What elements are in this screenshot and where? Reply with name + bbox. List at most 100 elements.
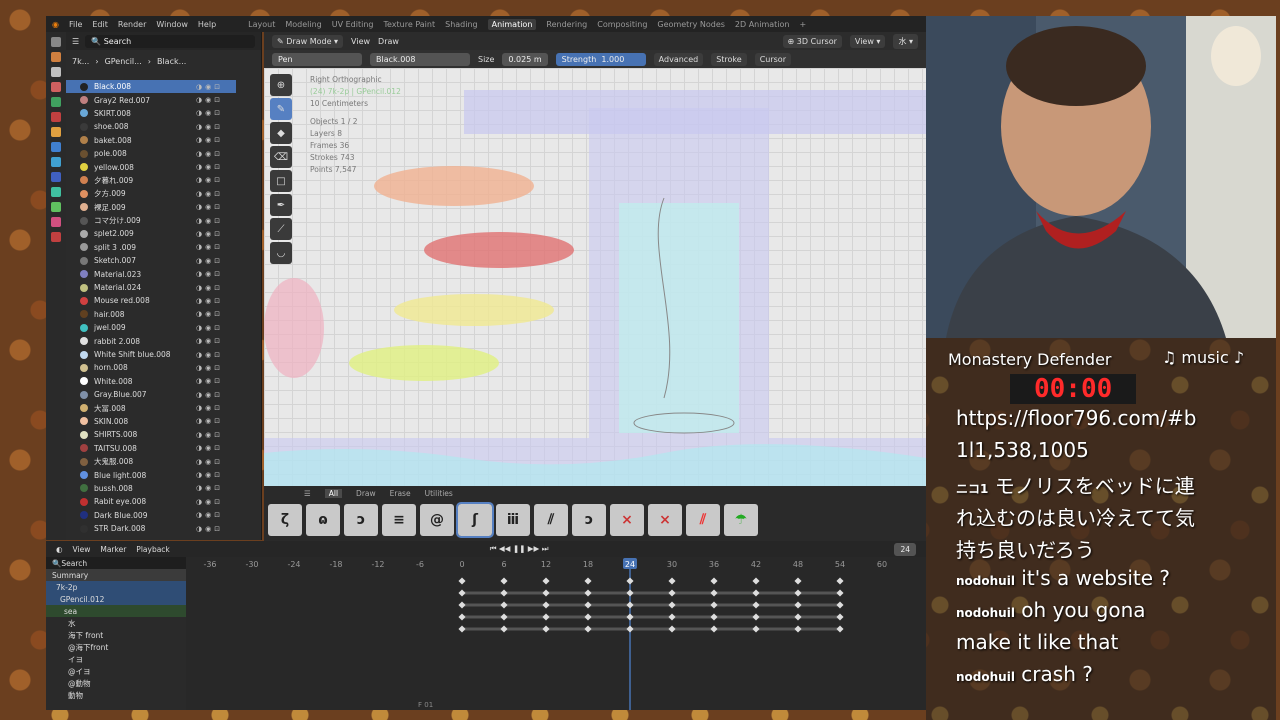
visibility-icons[interactable]: ◑◉⊡ bbox=[196, 123, 236, 131]
material-slot[interactable]: bussh.008 ◑◉⊡ bbox=[66, 482, 236, 495]
material-slot[interactable]: Sketch.007 ◑◉⊡ bbox=[66, 254, 236, 267]
tab-draw[interactable]: Draw bbox=[356, 489, 376, 498]
material-slot[interactable]: White Shift blue.008 ◑◉⊡ bbox=[66, 348, 236, 361]
render-icon[interactable] bbox=[51, 52, 61, 62]
channel-search-input[interactable]: 🔍 Search bbox=[46, 557, 186, 569]
visibility-icons[interactable]: ◑◉⊡ bbox=[196, 431, 236, 439]
brush-pen-icon[interactable]: ɷ bbox=[306, 504, 340, 536]
visibility-icons[interactable]: ◑◉⊡ bbox=[196, 243, 236, 251]
visibility-icons[interactable]: ◑◉⊡ bbox=[196, 484, 236, 492]
tab-texture-paint[interactable]: Texture Paint bbox=[383, 20, 435, 29]
channel-row[interactable]: GPencil.012 bbox=[46, 593, 186, 605]
tab-geometry-nodes[interactable]: Geometry Nodes bbox=[657, 20, 724, 29]
visibility-icons[interactable]: ◑◉⊡ bbox=[196, 163, 236, 171]
visibility-icons[interactable]: ◑◉⊡ bbox=[196, 176, 236, 184]
visibility-icons[interactable]: ◑◉⊡ bbox=[196, 511, 236, 519]
tab-shading[interactable]: Shading bbox=[445, 20, 478, 29]
brush-stroke-icon[interactable]: ↄ bbox=[572, 504, 606, 536]
tab-2d-animation[interactable]: 2D Animation bbox=[735, 20, 790, 29]
material-slot[interactable]: horn.008 ◑◉⊡ bbox=[66, 361, 236, 374]
fill-tool-icon[interactable]: ◆ bbox=[270, 122, 292, 144]
view-layer-icon[interactable] bbox=[51, 82, 61, 92]
material-slot[interactable]: baket.008 ◑◉⊡ bbox=[66, 134, 236, 147]
material-slot[interactable]: rabbit 2.008 ◑◉⊡ bbox=[66, 334, 236, 347]
menu-render[interactable]: Render bbox=[118, 20, 146, 29]
tab-all[interactable]: All bbox=[324, 488, 343, 498]
visibility-icons[interactable]: ◑◉⊡ bbox=[196, 337, 236, 345]
channel-row[interactable]: sea bbox=[46, 605, 186, 617]
data-icon[interactable] bbox=[51, 202, 61, 212]
visibility-icons[interactable]: ◑◉⊡ bbox=[196, 444, 236, 452]
modifier-icon[interactable] bbox=[51, 142, 61, 152]
shelf-menu-icon[interactable]: ☰ bbox=[304, 489, 311, 498]
texture-icon[interactable] bbox=[51, 232, 61, 242]
channel-row[interactable]: @海下front bbox=[46, 641, 186, 653]
keyframe-area[interactable]: -36 -30 -24 -18 -12 -6 0 6 12 18 24 30 36 42 48 54 60 F 0… bbox=[186, 557, 926, 710]
brush-ink-icon[interactable]: ζ bbox=[268, 504, 302, 536]
visibility-icons[interactable]: ◑◉⊡ bbox=[196, 109, 236, 117]
eyedropper-tool-icon[interactable]: ✒ bbox=[270, 194, 292, 216]
channel-row[interactable]: @イヨ bbox=[46, 665, 186, 677]
output-icon[interactable] bbox=[51, 67, 61, 77]
scene-icon[interactable] bbox=[51, 97, 61, 107]
playback-controls[interactable]: ⏮ ◀◀ ❚❚ ▶▶ ⏭ bbox=[490, 544, 549, 554]
material-select[interactable]: Black.008 bbox=[370, 52, 470, 66]
brush-pencil-icon[interactable]: ⅲ bbox=[496, 504, 530, 536]
cursor-menu[interactable]: Cursor bbox=[754, 52, 791, 66]
visibility-icons[interactable]: ◑◉⊡ bbox=[196, 257, 236, 265]
material-slot[interactable]: Gray2 Red.007 ◑◉⊡ bbox=[66, 93, 236, 106]
material-slot[interactable]: TAITSU.008 ◑◉⊡ bbox=[66, 442, 236, 455]
dope-marker-menu[interactable]: Marker bbox=[100, 545, 126, 554]
constraints-icon[interactable] bbox=[51, 187, 61, 197]
material-search-input[interactable]: 🔍 Search bbox=[85, 34, 255, 48]
blender-logo-icon[interactable]: ◉ bbox=[52, 20, 59, 29]
brush-airbrush-icon[interactable]: @ bbox=[420, 504, 454, 536]
brush-eraser-soft-icon[interactable]: ⨯ bbox=[610, 504, 644, 536]
visibility-icons[interactable]: ◑◉⊡ bbox=[196, 136, 236, 144]
stroke-menu[interactable]: Stroke bbox=[711, 52, 747, 66]
dope-view-menu[interactable]: View bbox=[73, 545, 91, 554]
visibility-icons[interactable]: ◑◉⊡ bbox=[196, 297, 236, 305]
material-slot[interactable]: SKIRT.008 ◑◉⊡ bbox=[66, 107, 236, 120]
brush-marker-icon[interactable]: ↄ bbox=[344, 504, 378, 536]
visibility-icons[interactable]: ◑◉⊡ bbox=[196, 190, 236, 198]
menu-help[interactable]: Help bbox=[198, 20, 216, 29]
line-tool-icon[interactable]: ⟋ bbox=[270, 218, 292, 240]
visibility-icons[interactable]: ◑◉⊡ bbox=[196, 203, 236, 211]
menu-window[interactable]: Window bbox=[156, 20, 188, 29]
tab-compositing[interactable]: Compositing bbox=[597, 20, 647, 29]
brush-chisel-icon[interactable]: ≡ bbox=[382, 504, 416, 536]
world-icon[interactable] bbox=[51, 112, 61, 122]
current-frame-field[interactable]: 24 bbox=[894, 542, 916, 556]
channel-row[interactable]: 7k-2p bbox=[46, 581, 186, 593]
visibility-icons[interactable]: ◑◉⊡ bbox=[196, 391, 236, 399]
material-slot[interactable]: 夕方.009 ◑◉⊡ bbox=[66, 187, 236, 200]
tab-utilities[interactable]: Utilities bbox=[425, 489, 453, 498]
view-menu[interactable]: View bbox=[351, 37, 370, 46]
layer-select[interactable]: 水 ▾ bbox=[893, 33, 918, 49]
material-slot[interactable]: splet2.009 ◑◉⊡ bbox=[66, 227, 236, 240]
visibility-icons[interactable]: ◑◉⊡ bbox=[196, 284, 236, 292]
material-slot[interactable]: jwel.009 ◑◉⊡ bbox=[66, 321, 236, 334]
physics-icon[interactable] bbox=[51, 172, 61, 182]
material-slot[interactable]: White.008 ◑◉⊡ bbox=[66, 375, 236, 388]
material-slot[interactable]: Material.024 ◑◉⊡ bbox=[66, 281, 236, 294]
effects-icon[interactable] bbox=[51, 157, 61, 167]
tab-modeling[interactable]: Modeling bbox=[285, 20, 321, 29]
erase-tool-icon[interactable]: ⌫ bbox=[270, 146, 292, 168]
channel-row[interactable]: 動物 bbox=[46, 689, 186, 701]
visibility-icons[interactable]: ◑◉⊡ bbox=[196, 498, 236, 506]
visibility-icons[interactable]: ◑◉⊡ bbox=[196, 364, 236, 372]
tab-layout[interactable]: Layout bbox=[248, 20, 275, 29]
tab-erase[interactable]: Erase bbox=[390, 489, 411, 498]
material-slot[interactable]: Blue light.008 ◑◉⊡ bbox=[66, 468, 236, 481]
material-slot[interactable]: pole.008 ◑◉⊡ bbox=[66, 147, 236, 160]
visibility-icons[interactable]: ◑◉⊡ bbox=[196, 310, 236, 318]
channel-row[interactable]: 水 bbox=[46, 617, 186, 629]
brush-eraser-hard-icon[interactable]: ⨯ bbox=[648, 504, 682, 536]
brush-select[interactable]: Pen bbox=[272, 52, 362, 66]
tool-icon[interactable] bbox=[51, 37, 61, 47]
material-slot[interactable]: Gray.Blue.007 ◑◉⊡ bbox=[66, 388, 236, 401]
draw-tool-icon[interactable]: ✎ bbox=[270, 98, 292, 120]
visibility-icons[interactable]: ◑◉⊡ bbox=[196, 270, 236, 278]
